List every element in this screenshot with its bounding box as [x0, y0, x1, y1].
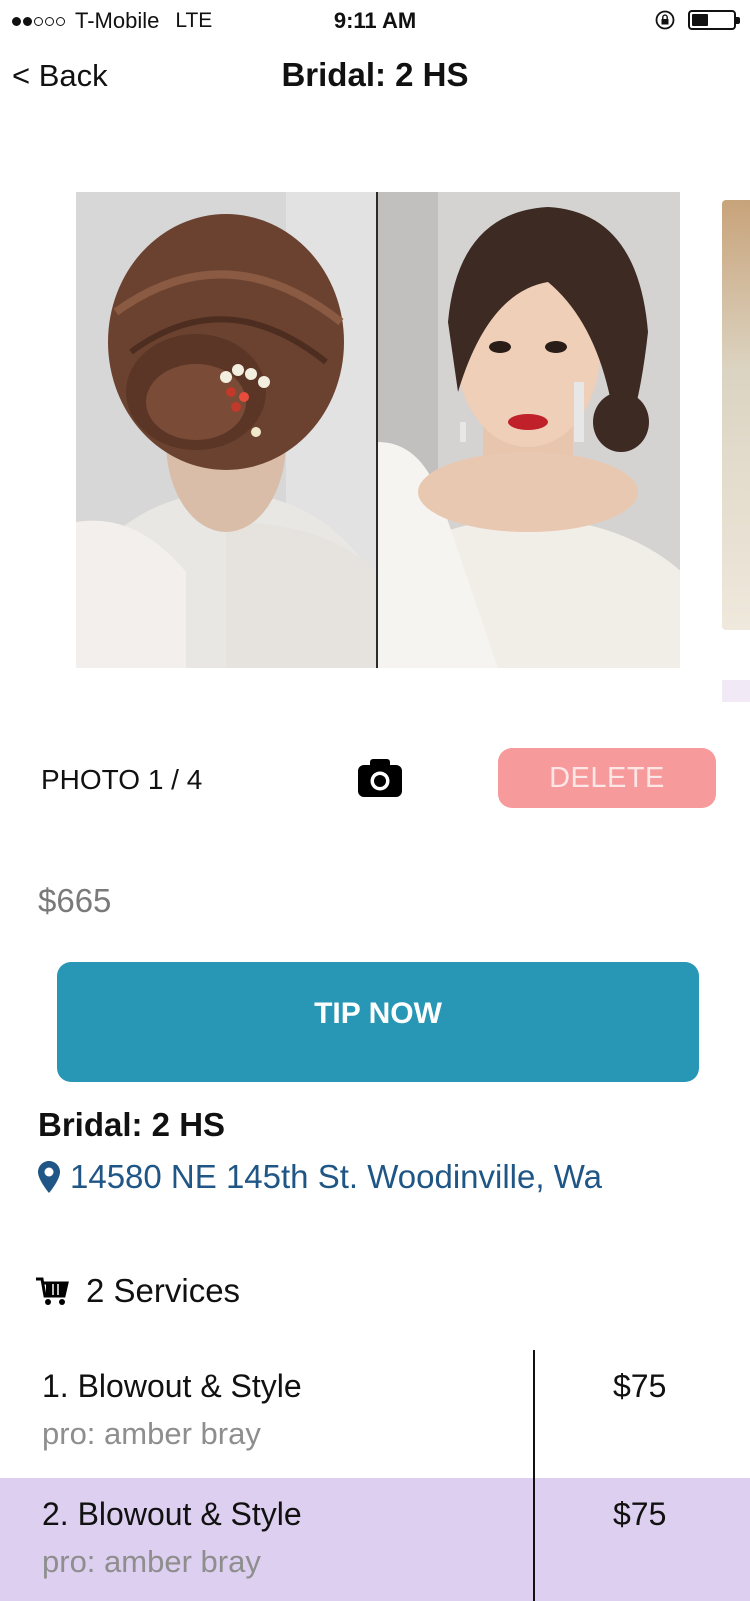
tip-now-button[interactable]: TIP NOW — [57, 962, 699, 1082]
service-name: 1. Blowout & Style — [42, 1368, 302, 1404]
updo-back-view-image — [76, 192, 378, 668]
status-time: 9:11 AM — [333, 8, 417, 33]
cart-icon — [36, 1277, 69, 1305]
bride-illustration — [378, 192, 680, 668]
photo-controls: PHOTO 1 / 4 DELETE — [0, 748, 750, 812]
bridal-hairstyle-photo[interactable] — [76, 192, 680, 668]
next-photo-caption — [722, 680, 750, 702]
services-header: 2 Services — [36, 1272, 240, 1310]
tip-now-label: TIP NOW — [314, 997, 442, 1030]
total-price: $665 — [38, 882, 112, 919]
services-count: 2 Services — [86, 1272, 241, 1309]
column-divider — [533, 1350, 535, 1601]
service-pro: pro: amber bray — [42, 1416, 261, 1451]
page-title: Bridal: 2 HS — [281, 56, 469, 93]
next-photo-preview[interactable] — [722, 200, 750, 630]
delete-photo-button[interactable]: DELETE — [498, 748, 716, 808]
map-pin-icon — [38, 1161, 60, 1193]
battery-icon — [688, 10, 740, 30]
address-text: 14580 NE 145th St. Woodinville, Wa — [70, 1158, 602, 1195]
camera-icon — [358, 759, 402, 797]
service-row[interactable]: 2. Blowout & Style pro: amber bray $75 — [0, 1478, 750, 1601]
service-name: 2. Blowout & Style — [42, 1496, 302, 1532]
address-link[interactable]: 14580 NE 145th St. Woodinville, Wa — [38, 1158, 602, 1196]
service-row[interactable]: 1. Blowout & Style pro: amber bray $75 — [0, 1350, 750, 1478]
service-price: $75 — [613, 1368, 667, 1404]
rotation-lock-icon — [655, 10, 675, 30]
photo-counter: PHOTO 1 / 4 — [41, 764, 203, 795]
photo-gallery[interactable] — [0, 192, 750, 704]
service-pro: pro: amber bray — [42, 1544, 261, 1579]
nav-bar: < Back Bridal: 2 HS — [0, 50, 750, 100]
status-right — [654, 9, 740, 31]
bride-portrait-image — [378, 192, 680, 668]
updo-illustration — [76, 192, 378, 668]
event-title: Bridal: 2 HS — [38, 1106, 226, 1143]
service-price: $75 — [613, 1496, 667, 1532]
status-bar: T-Mobile LTE 9:11 AM — [0, 0, 750, 40]
camera-button[interactable] — [355, 756, 405, 800]
